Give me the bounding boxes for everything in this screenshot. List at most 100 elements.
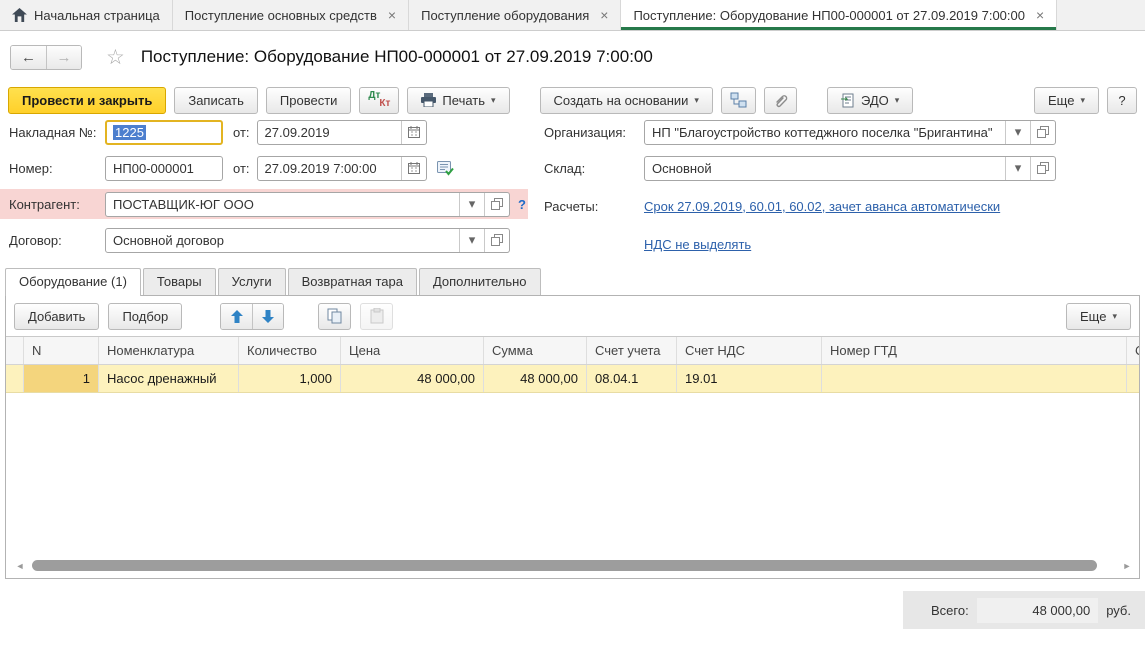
print-button[interactable]: Печать ▾ [407,87,509,114]
tab-services[interactable]: Услуги [218,268,286,295]
back-icon: ← [21,49,36,66]
cell-nomenclature[interactable]: Насос дренажный [99,365,239,392]
scroll-left-icon[interactable]: ◄ [14,561,26,571]
cell-account[interactable]: 08.04.1 [587,365,677,392]
copy-button[interactable] [318,303,351,330]
cell-price[interactable]: 48 000,00 [341,365,484,392]
attachments-button[interactable] [764,87,797,114]
edo-button[interactable]: ЭДО ▾ [827,87,913,114]
cell-vat-account[interactable]: 19.01 [677,365,822,392]
cell-n[interactable]: 1 [24,365,99,392]
col-vat-account[interactable]: Счет НДС [677,337,822,364]
tab-current-document[interactable]: Поступление: Оборудование НП00-000001 от… [621,0,1057,30]
paste-icon [370,308,384,324]
more-button[interactable]: Еще ▾ [1034,87,1099,114]
open-link-icon[interactable] [1030,157,1055,180]
settlements-link[interactable]: Срок 27.09.2019, 60.01, 60.02, зачет ава… [644,199,1000,214]
contract-input[interactable]: Основной договор ▾ [105,228,510,253]
chevron-down-icon[interactable]: ▾ [459,193,484,216]
open-link-icon[interactable] [1030,121,1055,144]
printer-icon [421,93,436,107]
document-form: Накладная №: 1225 от: 27.09.2019 Номер: … [0,117,1145,267]
contractor-check-help[interactable]: ? [518,197,526,212]
parts-tab-strip: Оборудование (1) Товары Услуги Возвратна… [0,267,1145,295]
cell-gtd[interactable] [822,365,1127,392]
tab-fixed-assets[interactable]: Поступление основных средств × [173,0,409,30]
currency-label: руб. [1106,603,1131,618]
tab-home[interactable]: Начальная страница [0,0,173,30]
table-more-button[interactable]: Еще ▾ [1066,303,1131,330]
scrollbar-thumb[interactable] [32,560,1097,571]
set-time-icon[interactable] [437,161,454,176]
post-and-close-button[interactable]: Провести и закрыть [8,87,166,114]
doc-date-input[interactable]: 27.09.2019 7:00:00 [257,156,427,181]
copy-icon [327,308,342,324]
arrow-up-icon [231,310,243,323]
home-icon [12,8,27,22]
calendar-icon[interactable] [401,121,426,144]
chevron-down-icon: ▾ [1112,311,1117,322]
vat-link[interactable]: НДС не выделять [644,237,751,252]
chevron-down-icon[interactable]: ▾ [1005,157,1030,180]
related-documents-button[interactable] [721,87,756,114]
chevron-down-icon: ▾ [491,95,496,106]
document-title-bar: ← → ☆ Поступление: Оборудование НП00-000… [0,31,1145,83]
calendar-icon[interactable] [401,157,426,180]
horizontal-scrollbar[interactable]: ◄ ► [14,559,1133,572]
col-price[interactable]: Цена [341,337,484,364]
contractor-label: Контрагент: [9,197,105,212]
total-panel: Всего: 48 000,00 руб. [903,591,1145,629]
paste-button[interactable] [360,303,393,330]
col-nomenclature[interactable]: Номенклатура [99,337,239,364]
tab-home-label: Начальная страница [34,8,160,23]
contractor-input[interactable]: ПОСТАВЩИК-ЮГ ООО ▾ [105,192,510,217]
back-button[interactable]: ← [11,46,46,69]
post-button[interactable]: Провести [266,87,352,114]
page-title: Поступление: Оборудование НП00-000001 от… [141,47,653,67]
chevron-down-icon[interactable]: ▾ [459,229,484,252]
col-quantity[interactable]: Количество [239,337,341,364]
paperclip-icon [773,93,788,108]
invoice-number-input[interactable]: 1225 [105,120,223,145]
scroll-right-icon[interactable]: ► [1121,561,1133,571]
cell-quantity[interactable]: 1,000 [239,365,341,392]
col-account[interactable]: Счет учета [587,337,677,364]
warehouse-input[interactable]: Основной ▾ [644,156,1056,181]
move-up-button[interactable] [221,304,252,329]
close-icon[interactable]: × [388,7,396,23]
settlements-label: Расчеты: [544,199,644,214]
col-sum[interactable]: Сумма [484,337,587,364]
total-value: 48 000,00 [977,598,1099,623]
contractor-row: Контрагент: ПОСТАВЩИК-ЮГ ООО ▾ ? [0,189,528,219]
tab-equipment-receipt-list[interactable]: Поступление оборудования × [409,0,621,30]
col-country[interactable]: С [1127,337,1139,364]
tab-returnable-packaging[interactable]: Возвратная тара [288,268,417,295]
create-based-on-button[interactable]: Создать на основании ▾ [540,87,713,114]
open-link-icon[interactable] [484,193,509,216]
col-gtd[interactable]: Номер ГТД [822,337,1127,364]
favorite-star-icon[interactable]: ☆ [106,45,125,70]
tab-equipment[interactable]: Оборудование (1) [5,268,141,296]
tab-goods[interactable]: Товары [143,268,216,295]
col-n[interactable]: N [24,337,99,364]
forward-button[interactable]: → [46,46,81,69]
close-icon[interactable]: × [1036,7,1044,23]
tab-additional[interactable]: Дополнительно [419,268,541,295]
add-row-button[interactable]: Добавить [14,303,99,330]
forward-icon: → [57,49,72,66]
pick-button[interactable]: Подбор [108,303,182,330]
help-button[interactable]: ? [1107,87,1137,114]
chevron-down-icon[interactable]: ▾ [1005,121,1030,144]
invoice-date-input[interactable]: 27.09.2019 [257,120,427,145]
doc-number-input[interactable]: НП00-000001 [105,156,223,181]
open-link-icon[interactable] [484,229,509,252]
move-down-button[interactable] [252,304,283,329]
dtkt-icon: ДтКт [368,91,390,109]
organization-input[interactable]: НП "Благоустройство коттеджного поселка … [644,120,1056,145]
cell-sum[interactable]: 48 000,00 [484,365,587,392]
table-row[interactable]: 1 Насос дренажный 1,000 48 000,00 48 000… [6,365,1139,393]
save-button[interactable]: Записать [174,87,258,114]
command-bar: Провести и закрыть Записать Провести ДтК… [0,83,1145,117]
close-icon[interactable]: × [600,7,608,23]
dtkt-postings-button[interactable]: ДтКт [359,87,399,114]
